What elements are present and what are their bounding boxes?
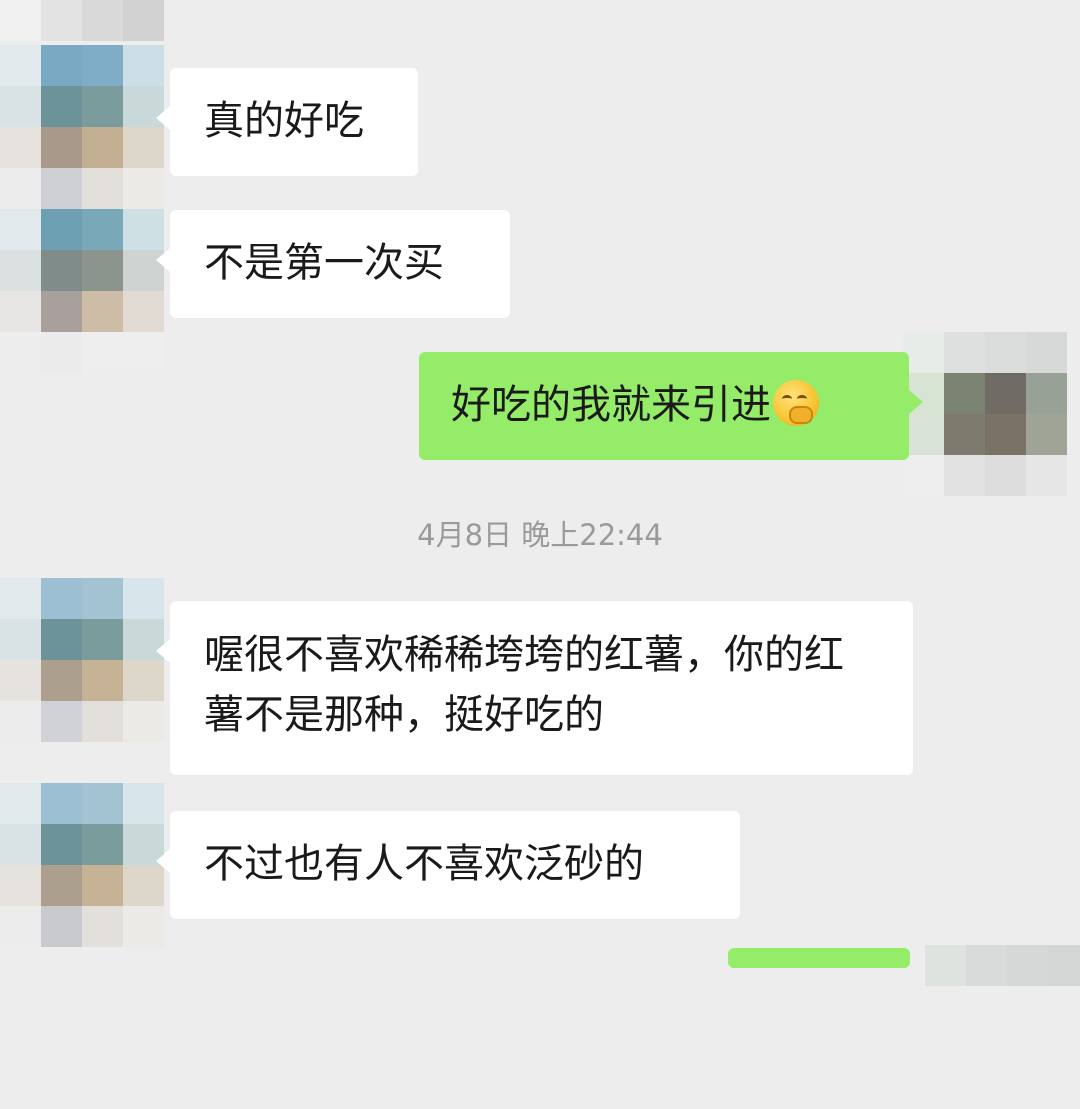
chat-area[interactable]: 真的好吃 不是第一次买 好吃的我就来引进 4月8日 晚上22:44 喔很不喜欢稀… [0,0,1080,986]
message-bubble[interactable]: 不是第一次买 [156,210,510,318]
own-avatar[interactable] [925,945,1080,1109]
message-text: 好吃的我就来引进 [451,382,771,428]
message-bubble[interactable]: 喔很不喜欢稀稀垮垮的红薯，你的红薯不是那种，挺好吃的 [156,601,913,775]
avatar[interactable] [0,783,164,947]
message-bubble[interactable]: 真的好吃 [156,68,418,176]
avatar[interactable] [0,45,164,209]
message-text: 不是第一次买 [204,240,444,286]
smirk-hand-face-icon [773,380,819,426]
avatar[interactable] [0,209,164,373]
timestamp: 4月8日 晚上22:44 [417,518,663,552]
own-avatar[interactable] [903,332,1067,496]
avatar[interactable] [0,0,164,41]
message-bubble-outgoing[interactable]: 好吃的我就来引进 [419,352,923,460]
message-bubble-outgoing-partial[interactable] [728,948,910,968]
avatar[interactable] [0,578,164,742]
message-text: 真的好吃 [204,98,364,144]
message-text: 喔很不喜欢稀稀垮垮的红薯，你的红薯不是那种，挺好吃的 [204,632,844,738]
message-text: 不过也有人不喜欢泛砂的 [204,841,644,887]
message-bubble[interactable]: 不过也有人不喜欢泛砂的 [156,811,740,919]
